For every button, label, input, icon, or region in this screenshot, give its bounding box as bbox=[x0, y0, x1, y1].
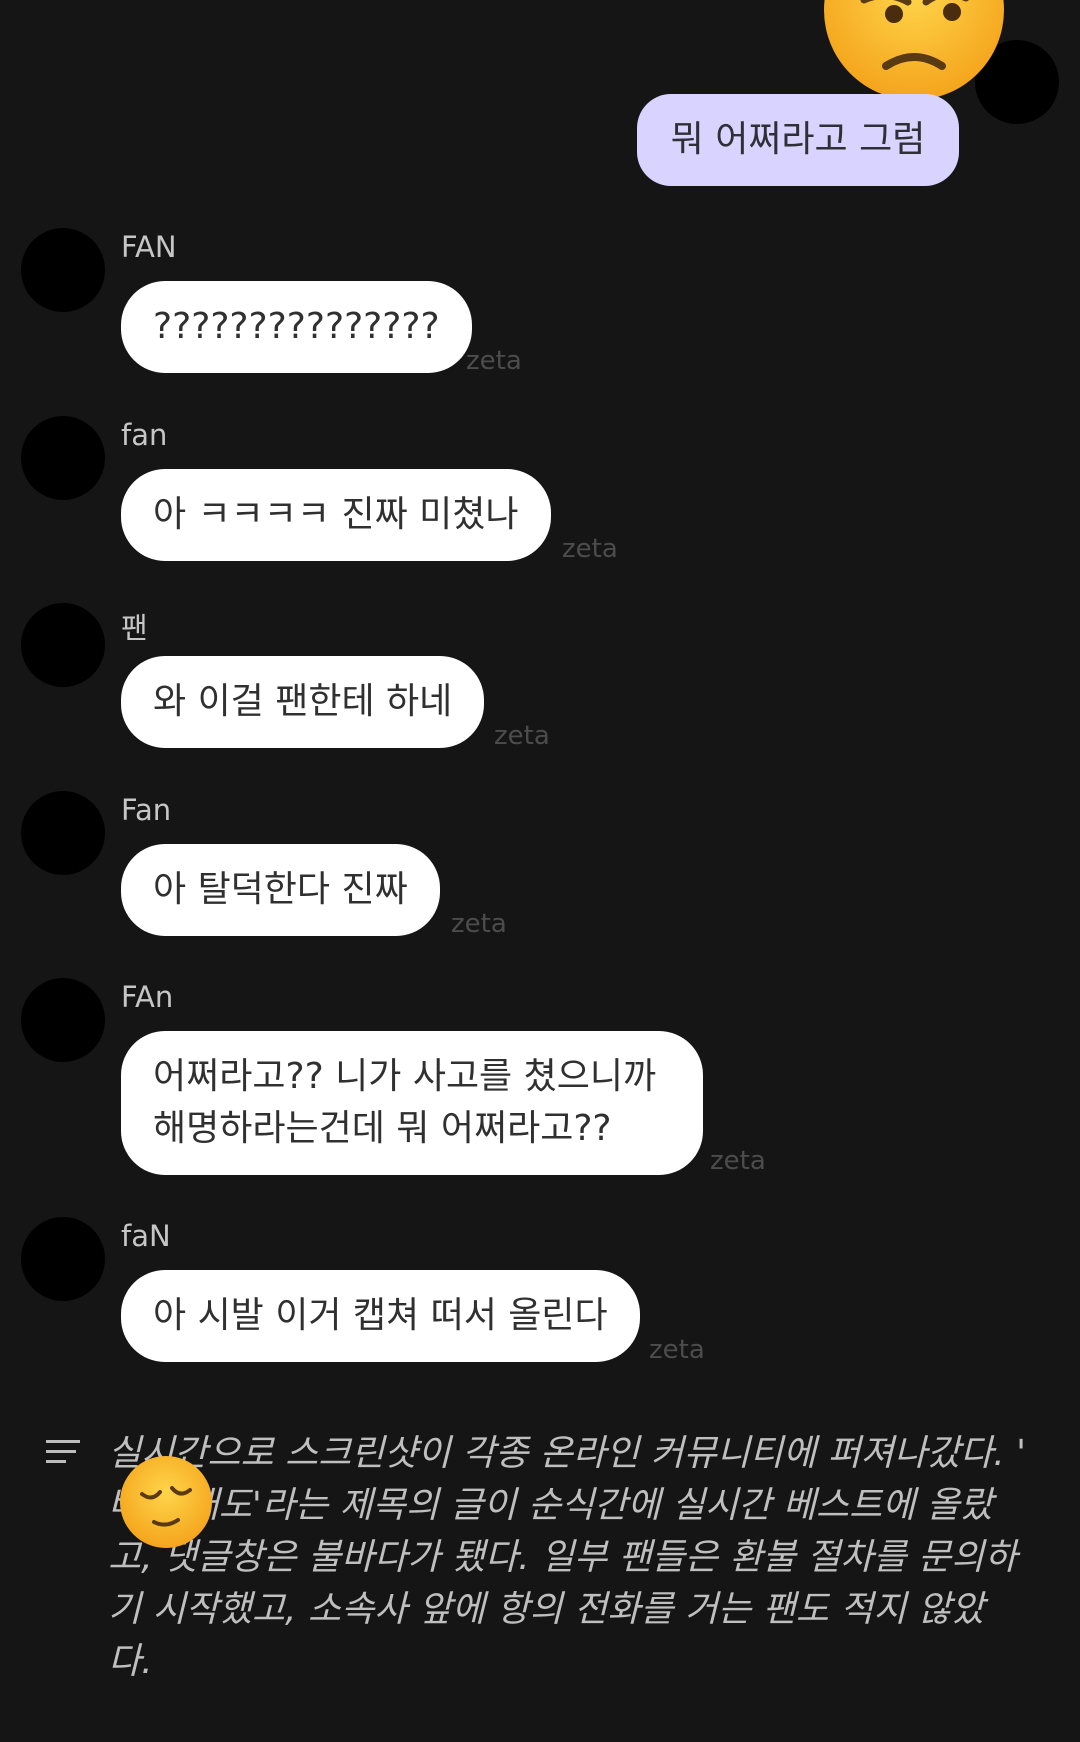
menu-icon[interactable] bbox=[46, 1440, 80, 1466]
message-bubble[interactable]: 아 시발 이거 캡쳐 떠서 올린다 bbox=[121, 1270, 640, 1362]
sender-name: faN bbox=[121, 1219, 171, 1253]
sender-name: Fan bbox=[121, 793, 172, 827]
my-message: 뭐 어쩌라고 그럼 bbox=[0, 0, 1080, 200]
message-tag: zeta bbox=[710, 1146, 766, 1176]
avatar[interactable] bbox=[21, 1217, 105, 1301]
message-tag: zeta bbox=[562, 534, 618, 564]
message-bubble[interactable]: 어쩌라고?? 니가 사고를 쳤으니까 해명하라는건데 뭐 어쩌라고?? bbox=[121, 1031, 703, 1175]
sender-name: FAn bbox=[121, 980, 174, 1014]
message-bubble[interactable]: 아 탈덕한다 진짜 bbox=[121, 844, 440, 936]
sender-name: FAN bbox=[121, 230, 177, 264]
sleepy-face-icon bbox=[120, 1456, 212, 1548]
message-tag: zeta bbox=[451, 909, 507, 939]
avatar[interactable] bbox=[21, 791, 105, 875]
avatar[interactable] bbox=[21, 603, 105, 687]
avatar[interactable] bbox=[21, 978, 105, 1062]
avatar[interactable] bbox=[21, 416, 105, 500]
message-bubble[interactable]: ??????????????? bbox=[121, 281, 472, 373]
narration-text: 실시간으로 스크린샷이 각종 온라인 커뮤니티에 퍼져나갔다. ' 버블 태도'… bbox=[108, 1433, 1080, 1682]
message-bubble[interactable]: 아 ㅋㅋㅋㅋ 진짜 미쳤나 bbox=[121, 469, 551, 561]
avatar[interactable] bbox=[21, 228, 105, 312]
message-tag: zeta bbox=[649, 1335, 705, 1365]
annoyed-face-icon bbox=[824, 0, 1004, 100]
message-bubble[interactable]: 와 이걸 팬한테 하네 bbox=[121, 656, 485, 748]
sender-name: 팬 bbox=[121, 611, 148, 645]
message-tag: zeta bbox=[466, 346, 522, 376]
message-tag: zeta bbox=[494, 721, 550, 751]
sender-name: fan bbox=[121, 418, 168, 452]
my-message-bubble[interactable]: 뭐 어쩌라고 그럼 bbox=[637, 94, 959, 186]
